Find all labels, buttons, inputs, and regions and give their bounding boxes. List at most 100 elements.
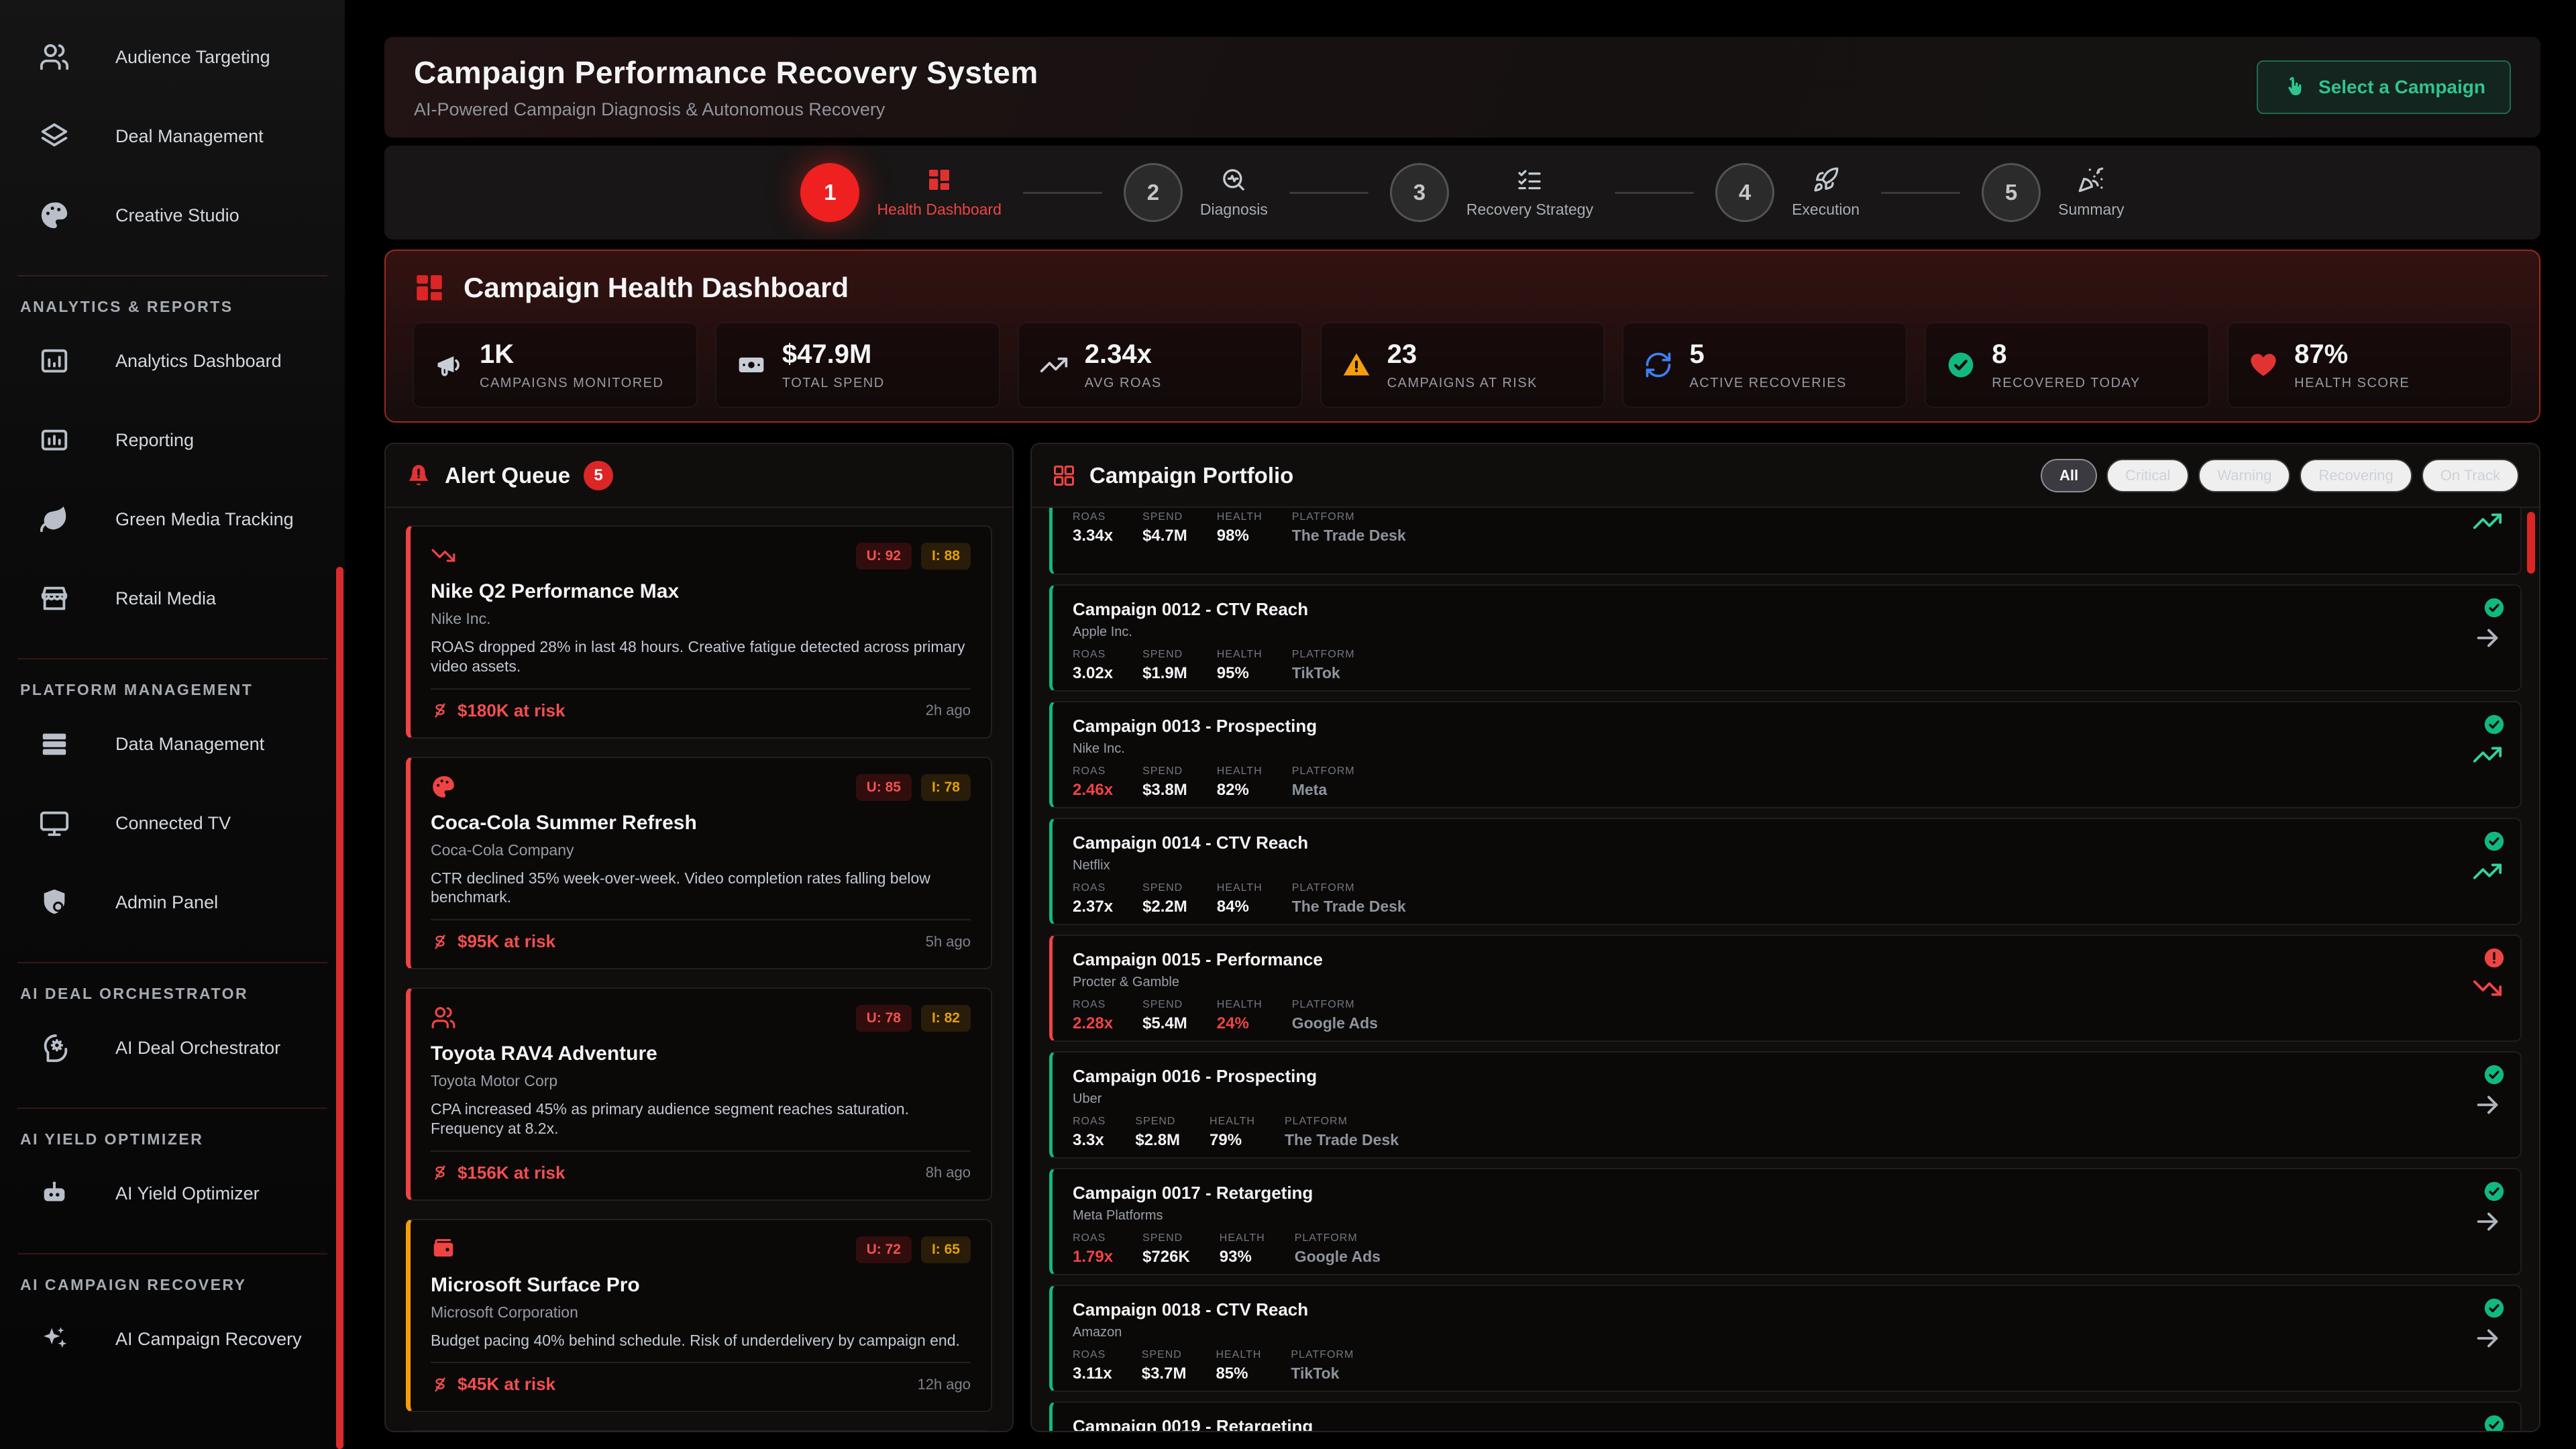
sidebar-item-retail-media[interactable]: Retail Media [0,559,345,638]
sidebar-item-data-management[interactable]: Data Management [0,704,345,784]
stat-col-roas: ROAS2.37x [1073,882,1113,916]
status-icon [2483,947,2506,969]
sidebar-item-audience-targeting[interactable]: Audience Targeting [0,17,345,97]
stat-col-health: HEALTH98% [1217,511,1263,545]
filter-on-track[interactable]: On Track [2422,459,2519,492]
sidebar-item-ai-deal-orchestrator[interactable]: AI Deal Orchestrator [0,1008,345,1087]
stat-card-active-recoveries: 5ACTIVE RECOVERIES [1622,322,1907,408]
alert-card[interactable]: U: 85I: 78Coca-Cola Summer RefreshCoca-C… [406,757,992,970]
step-summary[interactable]: 5Summary [1982,163,2124,222]
stat-col-roas: ROAS2.28x [1073,999,1113,1033]
alert-card[interactable]: U: 92I: 88Nike Q2 Performance MaxNike In… [406,525,992,739]
campaign-row[interactable]: Campaign 0017 - RetargetingMeta Platform… [1049,1168,2522,1275]
divider [431,688,971,690]
trend-right-icon [2472,1089,2503,1120]
alert-company: Microsoft Corporation [431,1303,971,1322]
section-divider [17,1253,327,1254]
stat-card-health-score: 87%HEALTH SCORE [2227,322,2512,408]
campaign-row[interactable]: Campaign 0014 - CTV ReachNetflixROAS2.37… [1049,818,2522,925]
sidebar-item-deal-management[interactable]: Deal Management [0,97,345,176]
campaign-row[interactable]: Campaign 0018 - CTV ReachAmazonROAS3.11x… [1049,1285,2522,1392]
trend-down-icon [2472,973,2503,1004]
step-label: Execution [1792,201,1860,219]
alert-triangle-icon [1342,350,1371,380]
campaign-title: Campaign 0012 - CTV Reach [1073,599,2500,620]
alert-queue-title: Alert Queue [445,463,570,488]
check-circle-icon [2483,596,2506,619]
filter-warning[interactable]: Warning [2198,459,2290,492]
sidebar-scrollbar[interactable] [336,567,343,1449]
stat-label: AVG ROAS [1085,376,1162,391]
step-health-dashboard[interactable]: 1Health Dashboard [800,163,1001,222]
bell-alert-icon [406,463,431,488]
health-dashboard-panel: Campaign Health Dashboard 1KCAMPAIGNS MO… [384,250,2540,423]
filter-all[interactable]: All [2041,459,2097,492]
sidebar-item-label: Connected TV [115,813,231,834]
sidebar-item-label: Retail Media [115,588,216,609]
stat-col-roas: ROAS2.46x [1073,765,1113,800]
stat-col-health: HEALTH93% [1220,1232,1265,1267]
arrow-right-icon [2472,1089,2503,1120]
step-execution[interactable]: 4Execution [1715,163,1860,222]
sidebar-item-label: Admin Panel [115,892,218,913]
stat-label: HEALTH SCORE [2294,376,2410,391]
filter-critical[interactable]: Critical [2106,459,2189,492]
stat-col-platform: PLATFORMThe Trade Desk [1292,511,1406,545]
campaign-title: Campaign 0017 - Retargeting [1073,1183,2500,1203]
sidebar-item-creative-studio[interactable]: Creative Studio [0,176,345,255]
step-diagnosis[interactable]: 2Diagnosis [1124,163,1268,222]
select-campaign-button[interactable]: Select a Campaign [2257,60,2511,114]
campaign-portfolio-title: Campaign Portfolio [1089,463,1293,488]
campaign-row[interactable]: Campaign 0019 - Retargeting [1049,1401,2522,1432]
alert-card[interactable]: U: 72I: 65Microsoft Surface ProMicrosoft… [406,1219,992,1413]
amount-at-risk: $156K at risk [431,1163,565,1183]
sidebar-item-admin-panel[interactable]: Admin Panel [0,863,345,942]
campaign-company: Procter & Gamble [1073,975,2500,990]
dollar-risk-icon [431,701,449,720]
sidebar-item-green-media-tracking[interactable]: Green Media Tracking [0,480,345,559]
alert-company: Nike Inc. [431,610,971,628]
stat-col-spend: SPEND$3.7M [1142,1349,1187,1383]
sidebar-item-label: Data Management [115,734,264,755]
sidebar-item-label: Reporting [115,430,194,451]
palette-icon [431,774,456,800]
status-icon [2483,1413,2506,1432]
check-circle-icon [2483,1063,2506,1086]
campaign-title: Campaign 0019 - Retargeting [1073,1416,2500,1432]
stat-label: CAMPAIGNS MONITORED [480,376,663,391]
alert-description: CTR declined 35% week-over-week. Video c… [431,869,971,908]
portfolio-scrollbar[interactable] [2527,512,2535,574]
amount-at-risk: $180K at risk [431,700,565,721]
bot-icon [39,1178,70,1209]
campaign-row[interactable]: Campaign 0013 - ProspectingNike Inc.ROAS… [1049,701,2522,808]
campaign-row[interactable]: Campaign 0016 - ProspectingUberROAS3.3xS… [1049,1051,2522,1159]
sidebar-item-reporting[interactable]: Reporting [0,400,345,480]
stat-col-health: HEALTH82% [1217,765,1263,800]
campaign-row[interactable]: Campaign 0015 - PerformanceProcter & Gam… [1049,934,2522,1042]
portfolio-list-viewport: SpotifyROAS3.34xSPEND$4.7MHEALTH98%PLATF… [1032,508,2539,1432]
step-recovery-strategy[interactable]: 3Recovery Strategy [1390,163,1593,222]
filter-recovering[interactable]: Recovering [2300,459,2412,492]
stat-col-spend: SPEND$5.4M [1142,999,1187,1033]
campaign-row[interactable]: SpotifyROAS3.34xSPEND$4.7MHEALTH98%PLATF… [1049,508,2522,575]
main-content: Campaign Performance Recovery System AI-… [345,0,2576,1449]
arrow-right-icon [2472,1323,2503,1354]
sidebar-item-connected-tv[interactable]: Connected TV [0,784,345,863]
leaf-icon [39,504,70,535]
alert-card[interactable]: U: 68I: 71Samsung Galaxy LaunchSamsung E… [406,1430,992,1432]
section-divider [17,1108,327,1109]
sidebar-item-analytics-dashboard[interactable]: Analytics Dashboard [0,321,345,400]
bell-alert-icon [406,463,431,488]
trending-up-icon [2472,739,2503,770]
sidebar-section-header: ANALYTICS & REPORTS [20,298,345,316]
monitor-icon [39,808,70,839]
arrow-right-icon [2472,1206,2503,1237]
stat-col-health: HEALTH84% [1217,882,1263,916]
sidebar-item-label: Analytics Dashboard [115,351,282,372]
campaign-row[interactable]: Campaign 0012 - CTV ReachApple Inc.ROAS3… [1049,584,2522,692]
sidebar-item-ai-campaign-recovery[interactable]: AI Campaign Recovery [0,1299,345,1379]
status-icon [2483,1180,2506,1203]
stat-card-total-spend: $47.9MTOTAL SPEND [715,322,1000,408]
alert-card[interactable]: U: 78I: 82Toyota RAV4 AdventureToyota Mo… [406,987,992,1201]
sidebar-item-ai-yield-optimizer[interactable]: AI Yield Optimizer [0,1154,345,1233]
